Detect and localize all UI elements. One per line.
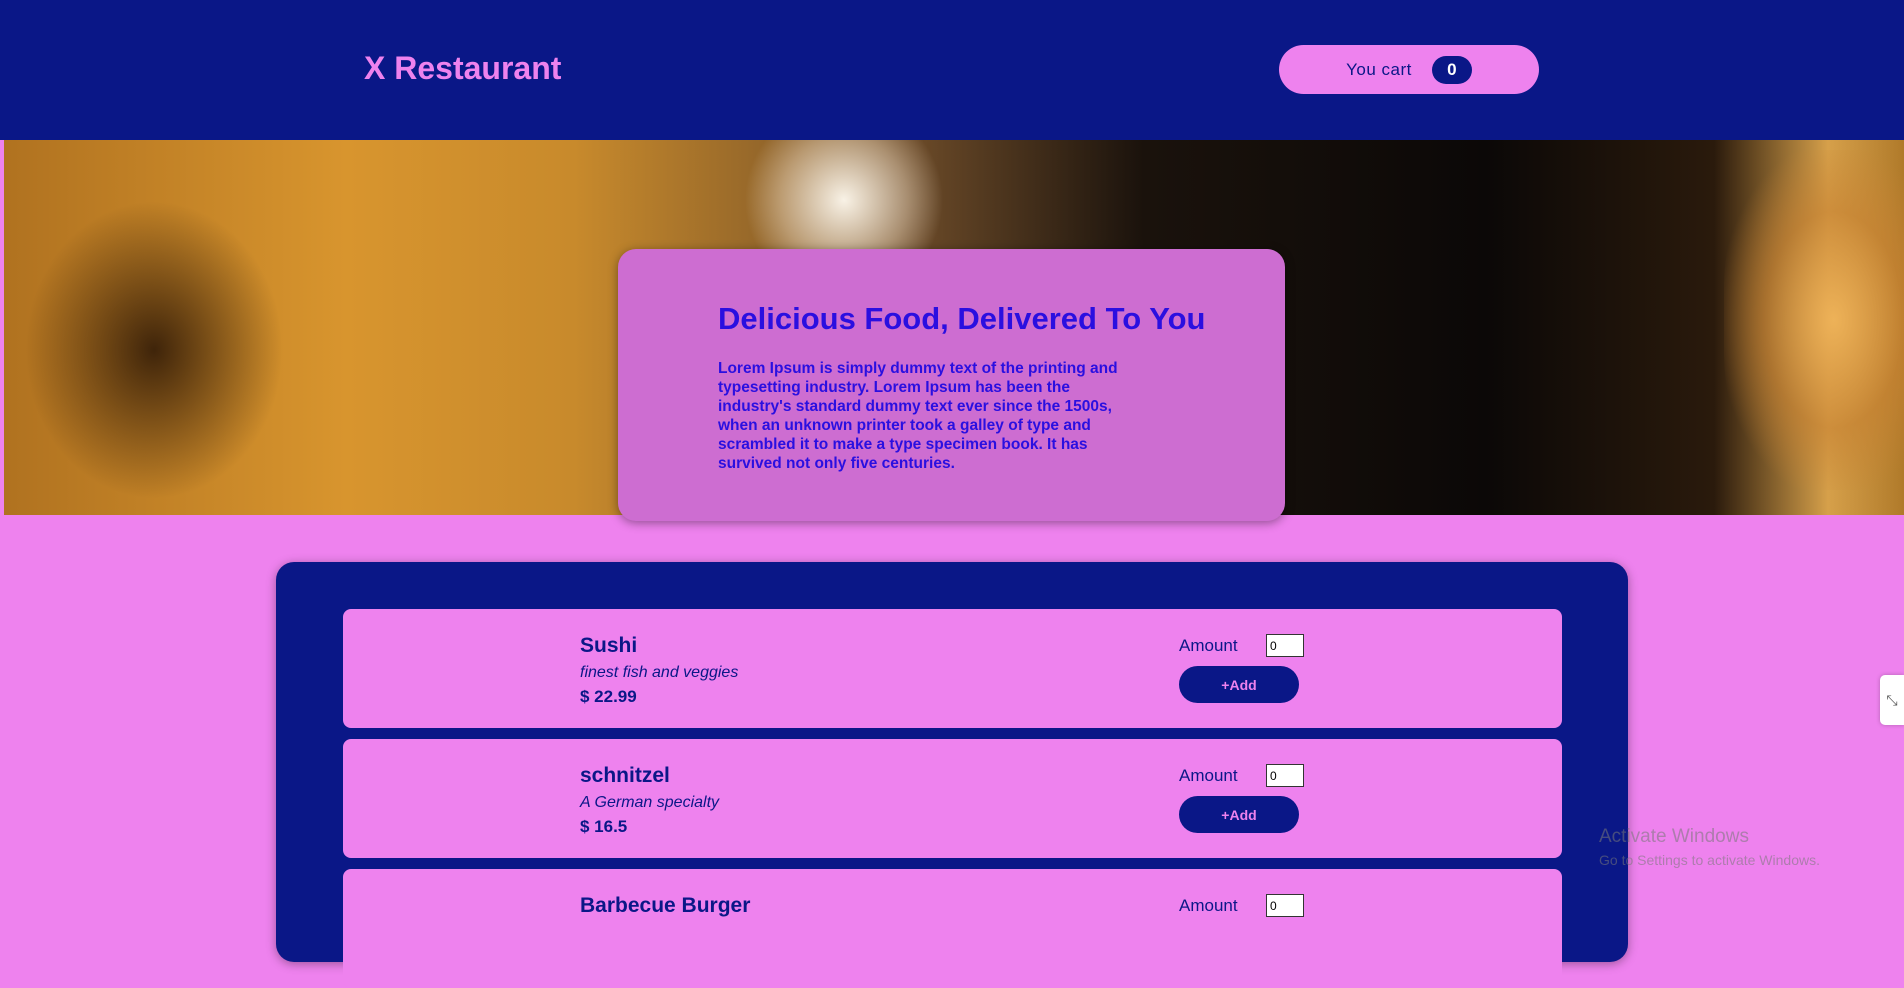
hero-summary-card: Delicious Food, Delivered To You Lorem I… (618, 249, 1285, 521)
meal-item: Sushi finest fish and veggies $ 22.99 Am… (343, 609, 1562, 728)
site-header: X Restaurant You cart 0 (0, 0, 1904, 140)
meal-price: $ 16.5 (580, 817, 628, 836)
meal-info: schnitzel A German specialty $ 16.5 (580, 764, 719, 837)
add-to-cart-button[interactable]: +Add (1179, 796, 1299, 833)
meal-order-form: Amount +Add (1179, 764, 1304, 833)
meal-description: finest fish and veggies (580, 664, 739, 681)
watermark-subtitle: Go to Settings to activate Windows. (1599, 852, 1820, 868)
windows-activation-watermark: Activate Windows Go to Settings to activ… (1599, 826, 1820, 868)
amount-row: Amount (1179, 764, 1304, 787)
amount-row: Amount (1179, 634, 1304, 657)
amount-label: Amount (1179, 765, 1238, 785)
side-widget-tab[interactable]: ⤡ (1880, 675, 1904, 725)
hero-description: Lorem Ipsum is simply dummy text of the … (718, 360, 1118, 472)
meal-info: Sushi finest fish and veggies $ 22.99 (580, 634, 738, 707)
amount-label: Amount (1179, 635, 1238, 655)
amount-input[interactable] (1266, 634, 1304, 657)
add-to-cart-button[interactable]: +Add (1179, 666, 1299, 703)
meal-item: schnitzel A German specialty $ 16.5 Amou… (343, 739, 1562, 858)
amount-input[interactable] (1266, 894, 1304, 917)
cart-count-badge: 0 (1431, 55, 1472, 84)
meal-name: schnitzel (580, 764, 670, 787)
hero-title: Delicious Food, Delivered To You (718, 301, 1206, 336)
meal-name: Sushi (580, 634, 638, 657)
hero-image-food (1724, 150, 1904, 490)
brand-title[interactable]: X Restaurant (364, 50, 561, 87)
cart-button[interactable]: You cart 0 (1279, 45, 1539, 94)
meal-item: Barbecue Burger Amount (343, 869, 1562, 988)
meal-name: Barbecue Burger (580, 894, 751, 917)
amount-label: Amount (1179, 895, 1238, 915)
hero-image-shadow (24, 200, 284, 500)
watermark-title: Activate Windows (1599, 826, 1749, 847)
meals-panel: Sushi finest fish and veggies $ 22.99 Am… (276, 562, 1628, 988)
meal-price: $ 22.99 (580, 687, 637, 706)
cart-label: You cart (1346, 59, 1412, 79)
meal-description: A German specialty (580, 794, 720, 811)
meal-order-form: Amount +Add (1179, 634, 1304, 703)
amount-input[interactable] (1266, 764, 1304, 787)
collapse-icon: ⤡ (1886, 691, 1898, 708)
meal-order-form: Amount (1179, 894, 1304, 917)
amount-row: Amount (1179, 894, 1304, 917)
meal-info: Barbecue Burger (580, 894, 750, 918)
